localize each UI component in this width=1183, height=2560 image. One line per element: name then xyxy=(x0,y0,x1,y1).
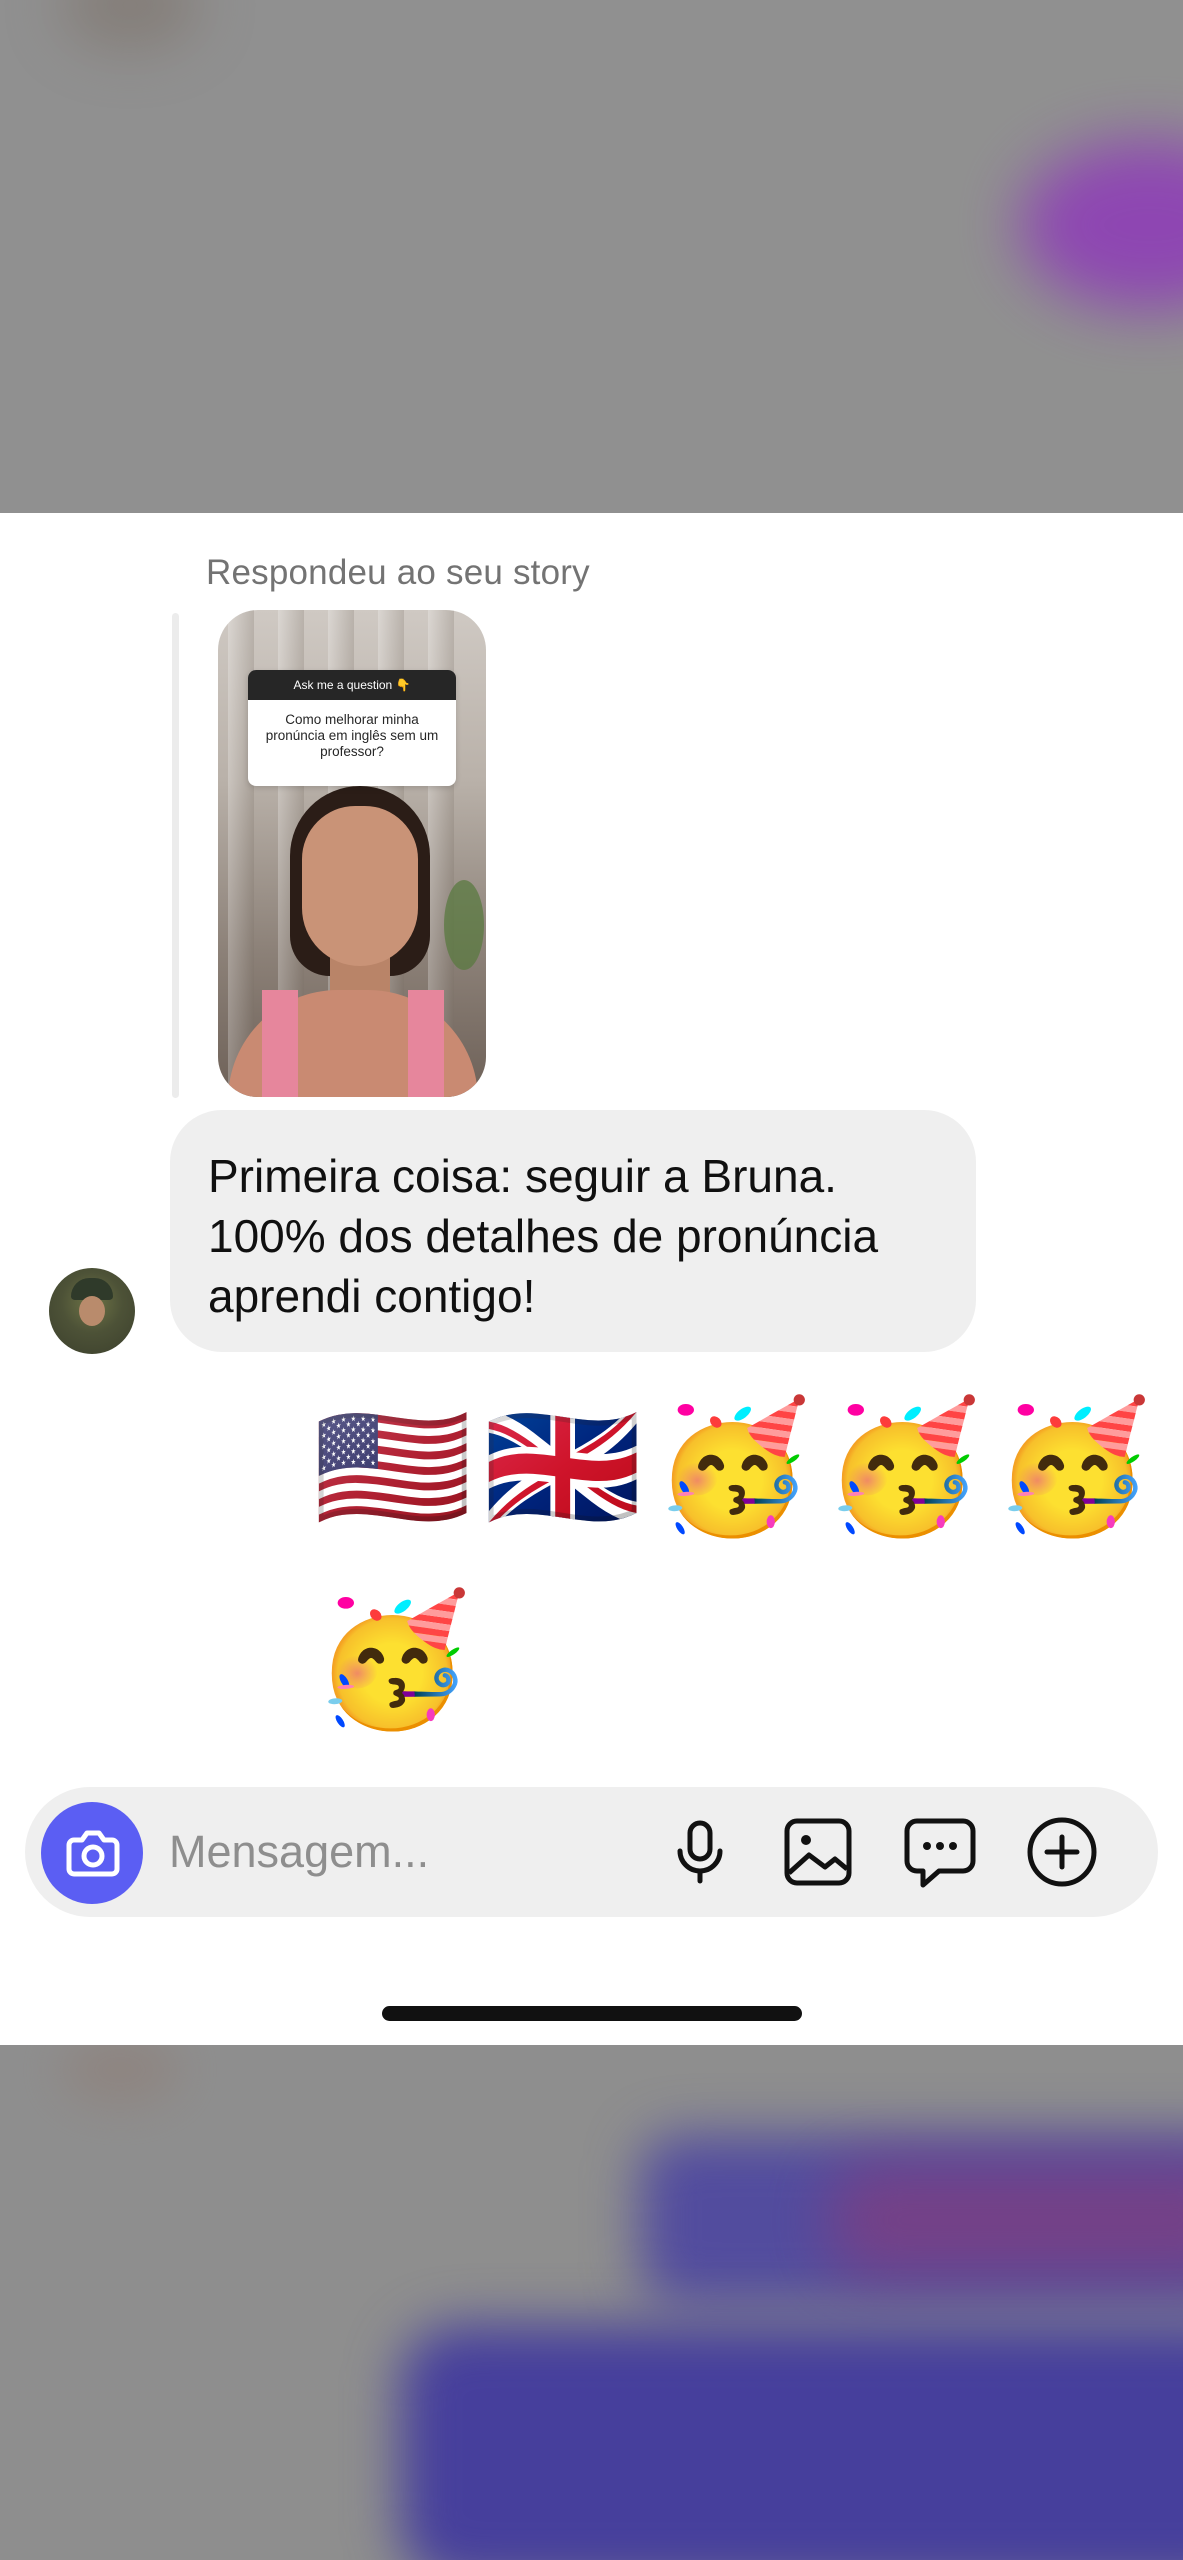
chat-sheet: Respondeu ao seu story Ask me a question… xyxy=(0,513,1183,2045)
more-button[interactable] xyxy=(1019,1809,1105,1895)
message-composer xyxy=(25,1787,1158,1917)
chat-bubble-icon xyxy=(904,1818,976,1888)
message-bubble[interactable]: Primeira coisa: seguir a Bruna. 100% dos… xyxy=(170,1110,976,1352)
question-sticker-header: Ask me a question 👇 xyxy=(248,670,456,700)
uk-flag-emoji: 🇬🇧 xyxy=(483,1393,643,1542)
message-input[interactable] xyxy=(169,1817,649,1887)
avatar[interactable] xyxy=(49,1268,135,1354)
camera-button[interactable] xyxy=(41,1802,143,1904)
us-flag-emoji: 🇺🇸 xyxy=(313,1393,473,1542)
party-face-emoji: 🥳 xyxy=(653,1393,813,1542)
blurred-background-bottom xyxy=(0,2045,1183,2560)
party-face-emoji: 🥳 xyxy=(993,1393,1153,1542)
message-line-2: 100% dos detalhes de pronúncia xyxy=(208,1210,879,1262)
plus-icon xyxy=(1027,1817,1097,1887)
question-sticker: Ask me a question 👇 Como melhorar minha … xyxy=(248,670,456,786)
plant-image xyxy=(444,880,484,970)
party-face-emoji: 🥳 xyxy=(823,1393,983,1542)
gallery-button[interactable] xyxy=(775,1809,861,1895)
chat-screen: Respondeu ao seu story Ask me a question… xyxy=(0,0,1183,2560)
microphone-button[interactable] xyxy=(657,1809,743,1895)
question-sticker-text: Como melhorar minha pronúncia em inglês … xyxy=(265,712,439,759)
gallery-icon xyxy=(784,1818,852,1886)
blurred-background-top xyxy=(0,0,1183,513)
story-reply-caption: Respondeu ao seu story xyxy=(206,553,590,592)
microphone-icon xyxy=(677,1820,723,1884)
message-line-3: aprendi contigo! xyxy=(208,1270,536,1322)
camera-icon xyxy=(66,1830,120,1877)
party-face-emoji: 🥳 xyxy=(313,1586,473,1735)
story-thumbnail[interactable]: Ask me a question 👇 Como melhorar minha … xyxy=(218,610,486,1097)
chat-bubble-button[interactable] xyxy=(897,1809,983,1895)
message-line-1: Primeira coisa: seguir a Bruna. xyxy=(208,1150,837,1202)
reply-indicator-bar xyxy=(172,613,179,1098)
home-indicator xyxy=(382,2006,802,2021)
